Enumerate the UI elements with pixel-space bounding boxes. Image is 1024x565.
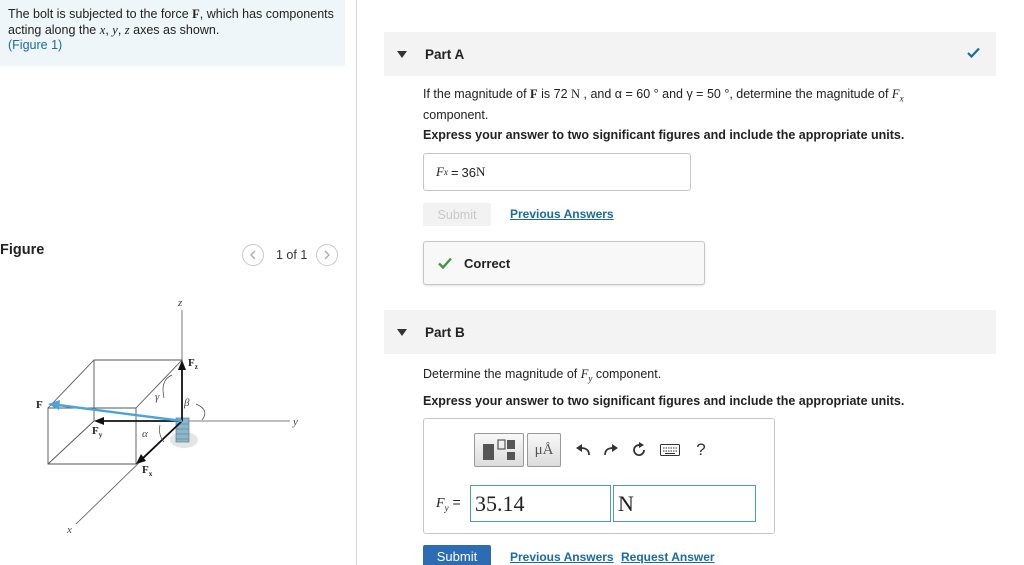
part-a-question: If the magnitude of F is 72 N , and α = … — [423, 87, 904, 122]
units-button[interactable]: μÅ — [527, 433, 561, 467]
part-a-answer: Fx = 36 N — [423, 153, 691, 191]
unit-input[interactable]: N — [613, 485, 756, 522]
part-a-previous-answers-link[interactable]: Previous Answers — [510, 207, 614, 221]
redo-icon[interactable] — [597, 433, 625, 467]
pager-text: 1 of 1 — [276, 248, 308, 262]
part-b-header[interactable]: Part B — [384, 310, 996, 354]
fy-label: Fy = — [436, 494, 461, 513]
force-f-label: F — [36, 399, 43, 411]
reset-icon[interactable] — [625, 433, 653, 467]
part-a-title: Part A — [425, 46, 465, 62]
beta-arc — [195, 403, 206, 421]
x-axis-label: x — [66, 524, 72, 536]
figure-pager: 1 of 1 — [242, 243, 339, 267]
correct-feedback: Correct — [423, 241, 705, 285]
alpha-label: α — [142, 428, 148, 440]
bolt — [170, 417, 198, 448]
check-icon — [967, 47, 980, 58]
gamma-label: γ — [155, 391, 160, 403]
caret-down-icon — [397, 50, 407, 58]
undo-icon[interactable] — [569, 433, 597, 467]
editor-toolbar: μÅ ? — [474, 433, 715, 467]
fz-label: Fz — [188, 357, 198, 371]
left-pane: The bolt is subjected to the force F, wh… — [0, 0, 357, 565]
keyboard-icon[interactable] — [653, 433, 687, 467]
part-b-instruction: Express your answer to two significant f… — [423, 394, 905, 408]
answer-editor: μÅ ? Fy = 35.14 N — [423, 418, 775, 534]
y-axis-label: y — [292, 416, 298, 428]
part-b-submit-button[interactable]: Submit — [423, 545, 491, 565]
fx-label: Fx — [142, 464, 153, 478]
caret-down-icon — [397, 328, 407, 336]
part-b-title: Part B — [425, 324, 465, 340]
part-a-header[interactable]: Part A — [384, 32, 996, 76]
part-b-previous-answers-link[interactable]: Previous Answers — [510, 550, 614, 564]
fy-label: Fy — [92, 425, 103, 439]
help-icon[interactable]: ? — [687, 433, 715, 467]
figure-label: Figure — [0, 242, 45, 258]
check-icon — [438, 257, 452, 269]
bolt-force-figure: z y x Fz Fy Fx F γ β α — [36, 297, 298, 536]
templates-icon — [483, 439, 515, 460]
right-pane: Part A If the magnitude of F is 72 N , a… — [358, 0, 1024, 565]
beta-label: β — [183, 397, 190, 409]
force-f-arrow — [57, 403, 183, 423]
chevron-left-icon[interactable] — [242, 244, 264, 266]
z-axis-label: z — [177, 297, 183, 309]
chevron-right-icon[interactable] — [316, 244, 339, 266]
value-input[interactable]: 35.14 — [470, 485, 611, 522]
part-b-question: Determine the magnitude of Fy component. — [423, 367, 662, 384]
part-a-submit-button[interactable]: Submit — [423, 203, 491, 226]
part-a-instruction: Express your answer to two significant f… — [423, 128, 905, 142]
figure-link[interactable]: (Figure 1) — [8, 38, 62, 52]
templates-button[interactable] — [474, 433, 524, 467]
problem-statement: The bolt is subjected to the force F, wh… — [0, 0, 345, 66]
request-answer-link[interactable]: Request Answer — [621, 550, 715, 564]
